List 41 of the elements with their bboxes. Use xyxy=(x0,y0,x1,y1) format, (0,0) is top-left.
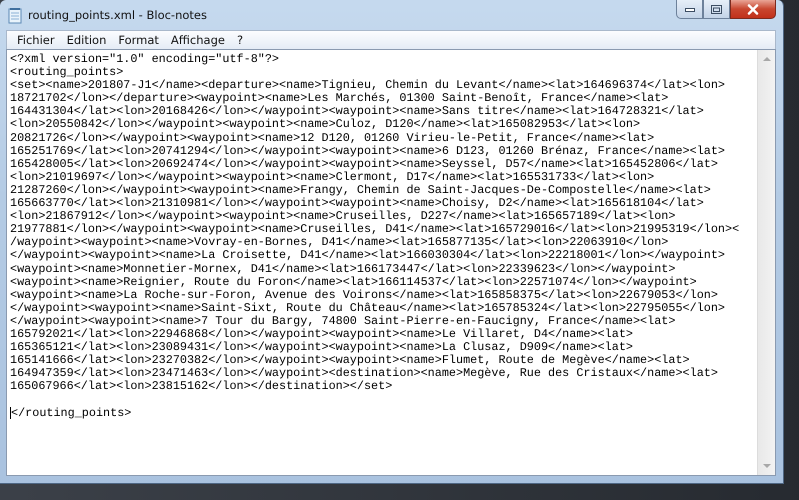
notepad-icon xyxy=(8,8,22,24)
maximize-icon xyxy=(711,4,722,14)
text-line: <waypoint><name>La Roche-sur-Foron, Avenue des Voirons</name><lat>165858375</lat><lon>22679053</lon> xyxy=(10,288,718,302)
text-line: <set><name>201807-J1</name><departure><name>Tignieu, Chemin du Levant</name><lat>164696374</lat><lon> xyxy=(10,79,726,92)
text-line: 165792021</lat><lon>22946868</lon></waypoint><waypoint><name>Le Villaret, D4</name><lat> xyxy=(10,328,633,342)
text-line: <routing_points> xyxy=(10,66,124,80)
text-line: 21287260</lon></waypoint><waypoint><name>Frangy, Chemin de Saint-Jacques-De-Compostelle</name><lat> xyxy=(10,184,711,198)
minimize-button[interactable] xyxy=(676,0,703,19)
text-cursor xyxy=(10,407,11,420)
text-line: <lon>20550842</lon></waypoint><waypoint><name>Culoz, D120</name><lat>165082953</lat><lon> xyxy=(10,118,640,132)
window-title: routing_points.xml - Bloc-notes xyxy=(28,8,207,22)
text-line: 18721702</lon></departure><waypoint><name>Les Marchés, 01300 Saint-Benoît, France</name><lat> xyxy=(10,92,668,106)
text-line: 165428005</lat><lon>20692474</lon></waypoint><waypoint><name>Seyssel, D57</name><lat>165452806</lat> xyxy=(10,158,718,171)
menu-item[interactable]: ? xyxy=(230,33,250,47)
text-line: 21977881</lon></waypoint><waypoint><name>Cruseilles, D41</name><lat>165729016</lat><lon>21995319</lon>< xyxy=(10,223,740,236)
close-icon xyxy=(747,4,759,14)
text-line: </waypoint><waypoint><name>Saint-Sixt, Route du Château</name><lat>165785324</lat><lon>22795055</lon> xyxy=(10,302,726,315)
text-line: /waypoint><waypoint><name>Vovray-en-Bornes, D41</name><lat>165877135</lat><lon>22063910</lon> xyxy=(10,236,668,250)
menu-item[interactable]: Format xyxy=(112,33,165,47)
close-button[interactable] xyxy=(730,0,776,19)
menu-item[interactable]: Affichage xyxy=(164,33,231,47)
text-line: <lon>21867912</lon></waypoint><waypoint><name>Cruseilles, D227</name><lat>165657189</lat><lon> xyxy=(10,210,676,224)
text-line: 165365121</lat><lon>23089431</lon></waypoint><waypoint><name>La Clusaz, D909</name><lat> xyxy=(10,341,633,354)
text-line: <lon>21019697</lon></waypoint><waypoint><name>Clermont, D17</name><lat>165531733</lat><lon> xyxy=(10,170,654,184)
text-line: </routing_points> xyxy=(11,406,132,420)
minimize-icon xyxy=(684,6,694,12)
text-line: 164947359</lat><lon>23471463</lon></waypoint><destination><name>Megève, Rue des Cristaux</name><lat> xyxy=(10,367,718,380)
text-line: <waypoint><name>Monnetier-Mornex, D41</name><lat>166173447</lat><lon>22339623</lon></waypoint> xyxy=(10,262,676,276)
text-line: 165251769</lat><lon>20741294</lon></waypoint><waypoint><name>6 D123, 01260 Brénaz, France</name><lat> xyxy=(10,144,726,158)
text-line: 165067966</lat><lon>23815162</lon></destination></set> xyxy=(10,380,392,394)
menu-item[interactable]: Fichier xyxy=(11,33,61,47)
menu-item[interactable]: Edition xyxy=(60,33,112,47)
text-line: <?xml version="1.0" encoding="utf-8"?> xyxy=(10,53,280,66)
maximize-button[interactable] xyxy=(703,0,730,19)
text-line: 20821726</lon></waypoint><waypoint><name>12 D120, 01260 Virieu-le-Petit, France</name><lat> xyxy=(10,132,654,145)
text-line: 164431304</lat><lon>20168426</lon></waypoint><waypoint><name>Sans titre</name><lat>164728321</lat> xyxy=(10,105,704,118)
text-line: 165663770</lat><lon>21310981</lon></waypoint><waypoint><name>Choisy, D2</name><lat>165618104</lat> xyxy=(10,197,704,210)
text-line: 165141666</lat><lon>23270382</lon></waypoint><waypoint><name>Flumet, Route de Megève</name><lat> xyxy=(10,354,690,368)
text-line: <waypoint><name>Reignier, Route du Foron</name><lat>166114537</lat><lon>22571074</lon></waypoint> xyxy=(10,276,697,289)
text-line: </waypoint><waypoint><name>La Croisette, D41</name><lat>166030304</lat><lon>22218001</lon></waypoint> xyxy=(10,249,726,262)
text-line: </waypoint><waypoint><name>7 Tour du Bargy, 74800 Saint-Pierre-en-Faucigny, France</name><lat> xyxy=(10,314,676,328)
